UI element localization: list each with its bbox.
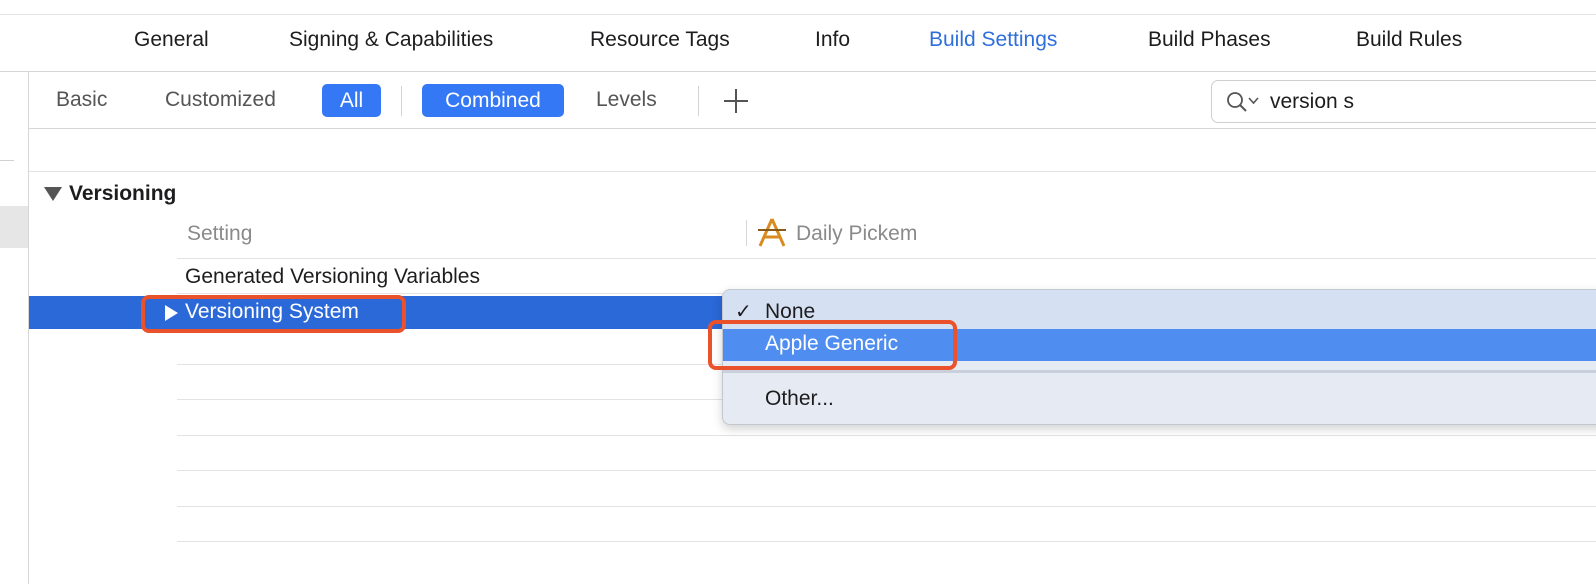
divider: [401, 86, 402, 116]
divider: [177, 506, 1596, 507]
annotation-highlight-versioning-system: [141, 295, 406, 333]
divider: [177, 258, 1596, 259]
divider: [29, 171, 1596, 172]
divider: [177, 541, 1596, 542]
divider: [29, 128, 1596, 129]
target-list-sidebar: [0, 72, 29, 584]
view-levels[interactable]: Levels: [596, 88, 657, 112]
divider: [177, 470, 1596, 471]
column-header-setting[interactable]: Setting: [187, 222, 252, 246]
filter-basic[interactable]: Basic: [56, 88, 107, 112]
menu-separator: [723, 370, 1596, 373]
tab-build-phases[interactable]: Build Phases: [1148, 28, 1271, 52]
divider: [698, 86, 699, 116]
annotation-highlight-apple-generic: [708, 320, 957, 370]
divider: [177, 435, 1596, 436]
plus-icon[interactable]: [723, 88, 749, 114]
chevron-down-icon[interactable]: [1248, 97, 1259, 105]
tab-build-rules[interactable]: Build Rules: [1356, 28, 1462, 52]
section-title: Versioning: [69, 182, 177, 205]
search-field[interactable]: version s: [1211, 80, 1596, 123]
view-combined[interactable]: Combined: [422, 84, 564, 117]
column-header-target[interactable]: Daily Pickem: [796, 222, 917, 246]
tab-signing-capabilities[interactable]: Signing & Capabilities: [289, 28, 493, 52]
column-divider: [746, 220, 747, 246]
tab-resource-tags[interactable]: Resource Tags: [590, 28, 730, 52]
filter-customized[interactable]: Customized: [165, 88, 276, 112]
magnifier-icon: [1227, 92, 1247, 112]
filter-all[interactable]: All: [322, 84, 381, 117]
tab-info[interactable]: Info: [815, 28, 850, 52]
tab-general[interactable]: General: [134, 28, 209, 52]
divider: [0, 160, 14, 161]
editor-tab-bar: General Signing & Capabilities Resource …: [0, 0, 1596, 72]
tab-build-settings[interactable]: Build Settings: [929, 28, 1057, 52]
setting-generated-versioning-variables[interactable]: Generated Versioning Variables: [185, 265, 480, 289]
disclosure-triangle-icon[interactable]: [44, 187, 62, 201]
app-target-icon: [758, 218, 786, 247]
divider: [0, 14, 1596, 15]
selected-target-item[interactable]: [0, 206, 28, 248]
menu-item-other[interactable]: Other...: [765, 387, 834, 411]
search-input[interactable]: version s: [1270, 90, 1354, 114]
